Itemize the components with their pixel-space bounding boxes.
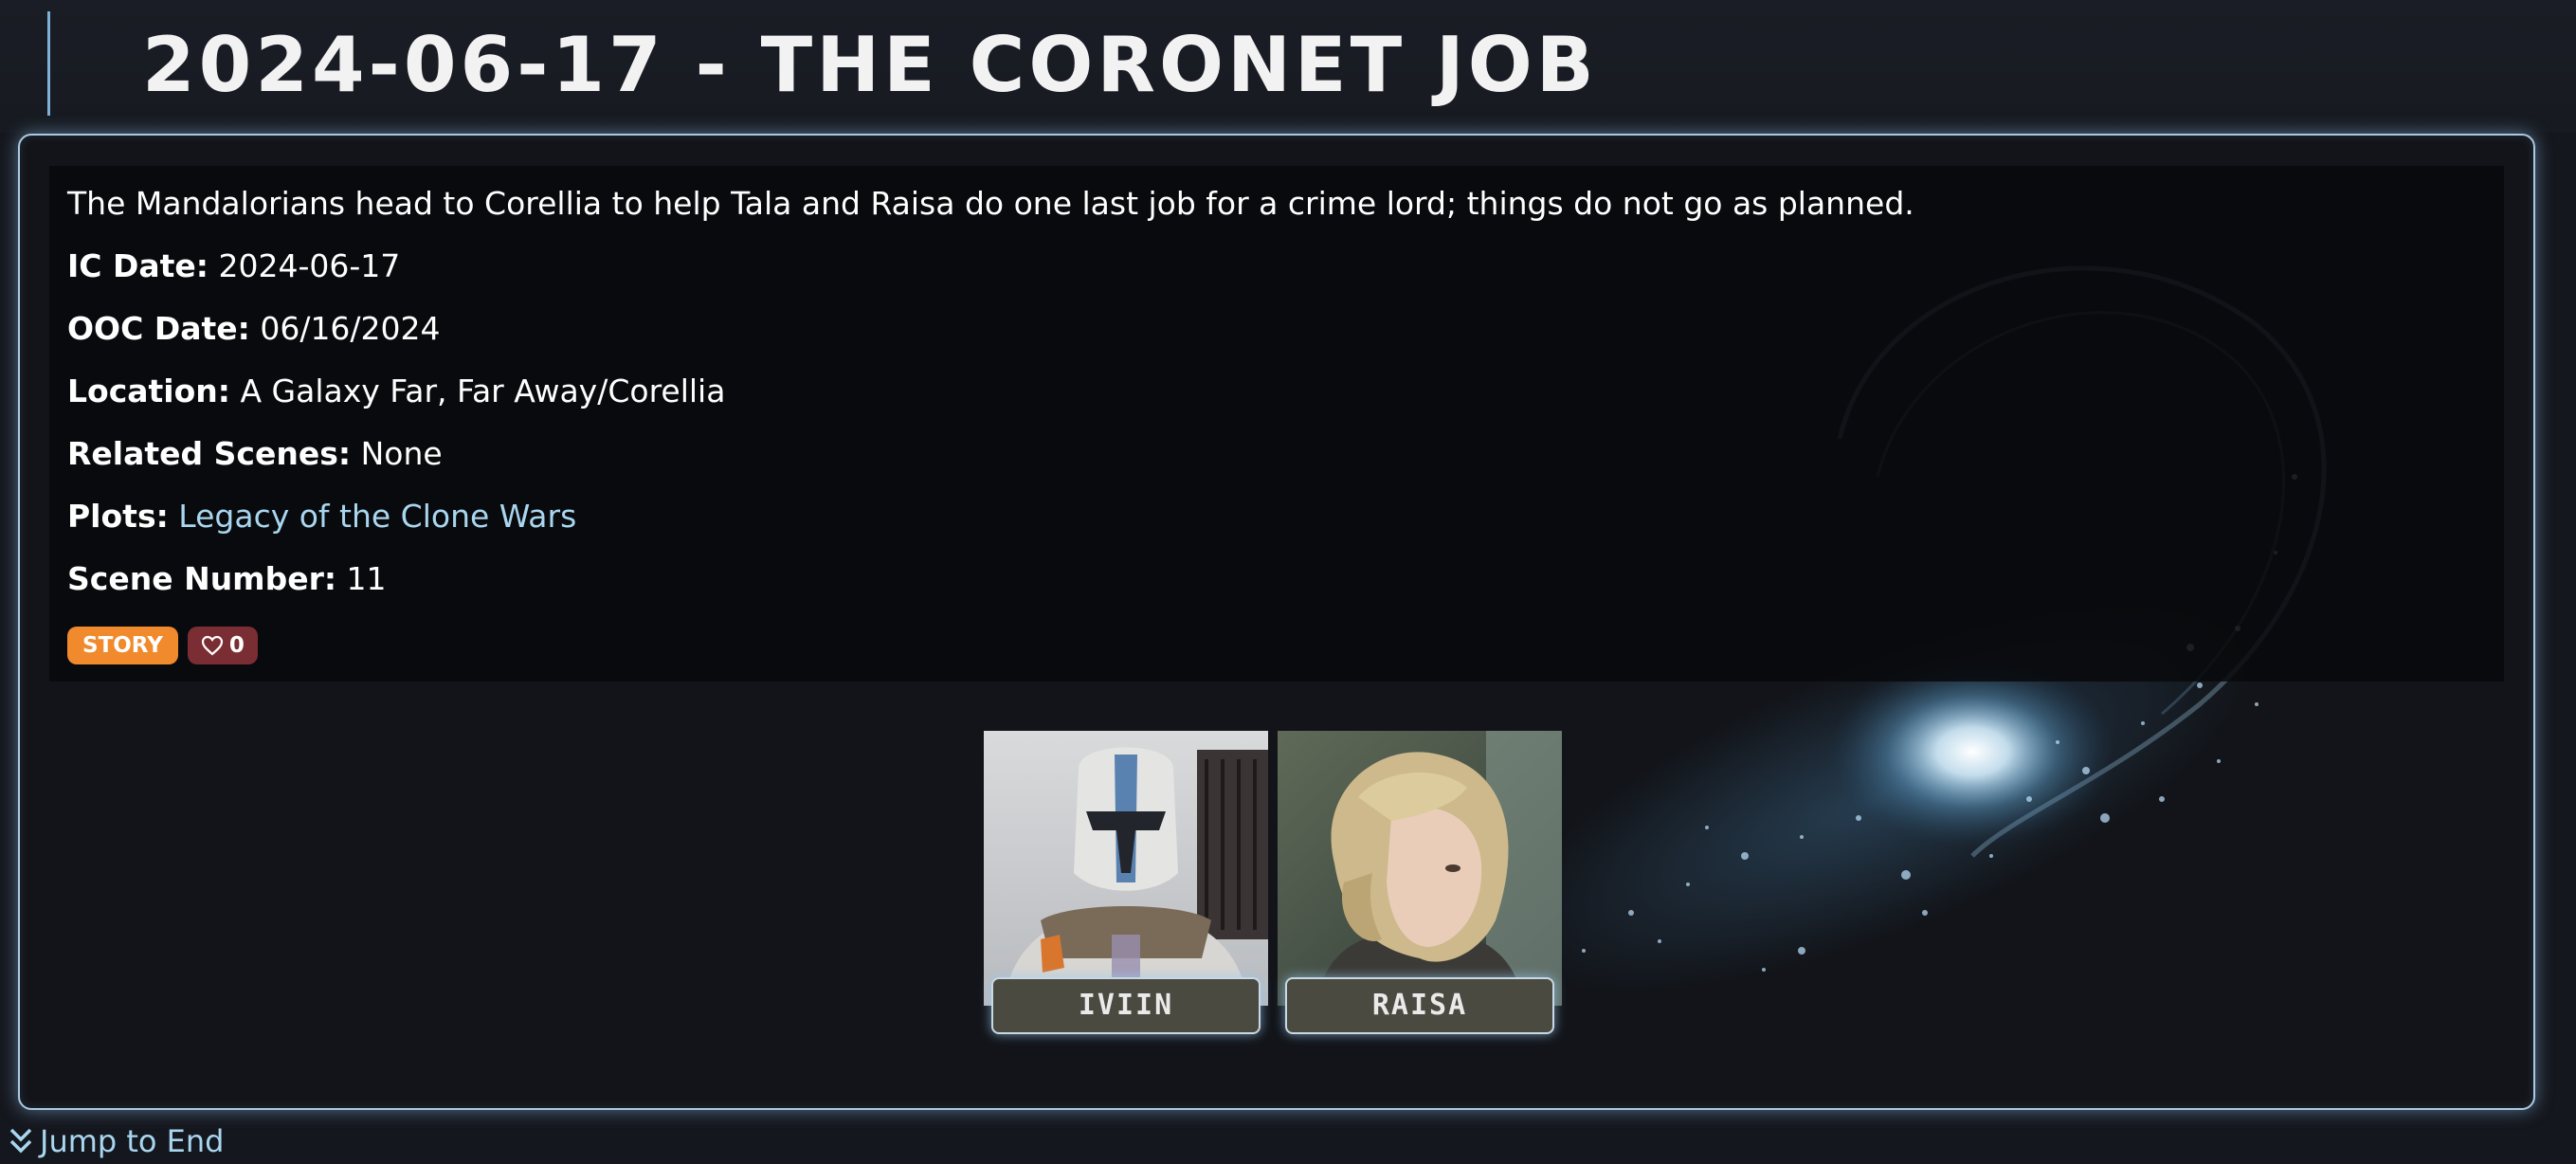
plots-row: Plots: Legacy of the Clone Wars <box>67 496 576 537</box>
story-tag[interactable]: STORY <box>67 627 178 664</box>
scene-number-value: 11 <box>346 560 387 597</box>
plot-link[interactable]: Legacy of the Clone Wars <box>178 498 576 535</box>
ooc-date-row: OOC Date: 06/16/2024 <box>67 308 441 350</box>
scene-tags: STORY 0 <box>67 627 258 664</box>
like-count: 0 <box>228 633 245 658</box>
location-label: Location: <box>67 373 230 409</box>
scene-number-row: Scene Number: 11 <box>67 558 387 600</box>
location-row: Location: A Galaxy Far, Far Away/Corelli… <box>67 371 725 412</box>
jump-to-end-label: Jump to End <box>40 1123 225 1159</box>
ic-date-label: IC Date: <box>67 247 209 284</box>
scene-summary: The Mandalorians head to Corellia to hel… <box>67 185 1914 222</box>
related-scenes-row: Related Scenes: None <box>67 433 443 475</box>
location-value: A Galaxy Far, Far Away/Corellia <box>240 373 726 409</box>
ic-date-value: 2024-06-17 <box>218 247 401 284</box>
related-scenes-value: None <box>360 435 443 472</box>
character-card-raisa[interactable]: RAISA <box>1278 731 1562 1034</box>
double-chevron-down-icon <box>9 1128 32 1154</box>
character-name-raisa[interactable]: RAISA <box>1285 977 1554 1034</box>
jump-to-end-link[interactable]: Jump to End <box>8 1122 224 1160</box>
ooc-date-label: OOC Date: <box>67 310 250 347</box>
character-card-iviin[interactable]: IVIIN <box>984 731 1268 1034</box>
plots-label: Plots: <box>67 498 169 535</box>
related-scenes-label: Related Scenes: <box>67 435 352 472</box>
title-bar: 2024-06-17 - The Coronet Job <box>0 0 2576 133</box>
scene-info-box: The Mandalorians head to Corellia to hel… <box>49 166 2504 682</box>
page-title: 2024-06-17 - The Coronet Job <box>142 21 1598 109</box>
heart-icon <box>201 635 224 656</box>
scene-panel: The Mandalorians head to Corellia to hel… <box>18 134 2535 1110</box>
title-accent-bar <box>47 11 50 116</box>
ic-date-row: IC Date: 2024-06-17 <box>67 246 400 287</box>
raisa-portrait <box>1278 731 1562 1006</box>
like-button[interactable]: 0 <box>187 627 258 664</box>
ooc-date-value: 06/16/2024 <box>260 310 441 347</box>
iviin-portrait <box>984 731 1268 1006</box>
character-name-iviin[interactable]: IVIIN <box>991 977 1261 1034</box>
scene-number-label: Scene Number: <box>67 560 337 597</box>
